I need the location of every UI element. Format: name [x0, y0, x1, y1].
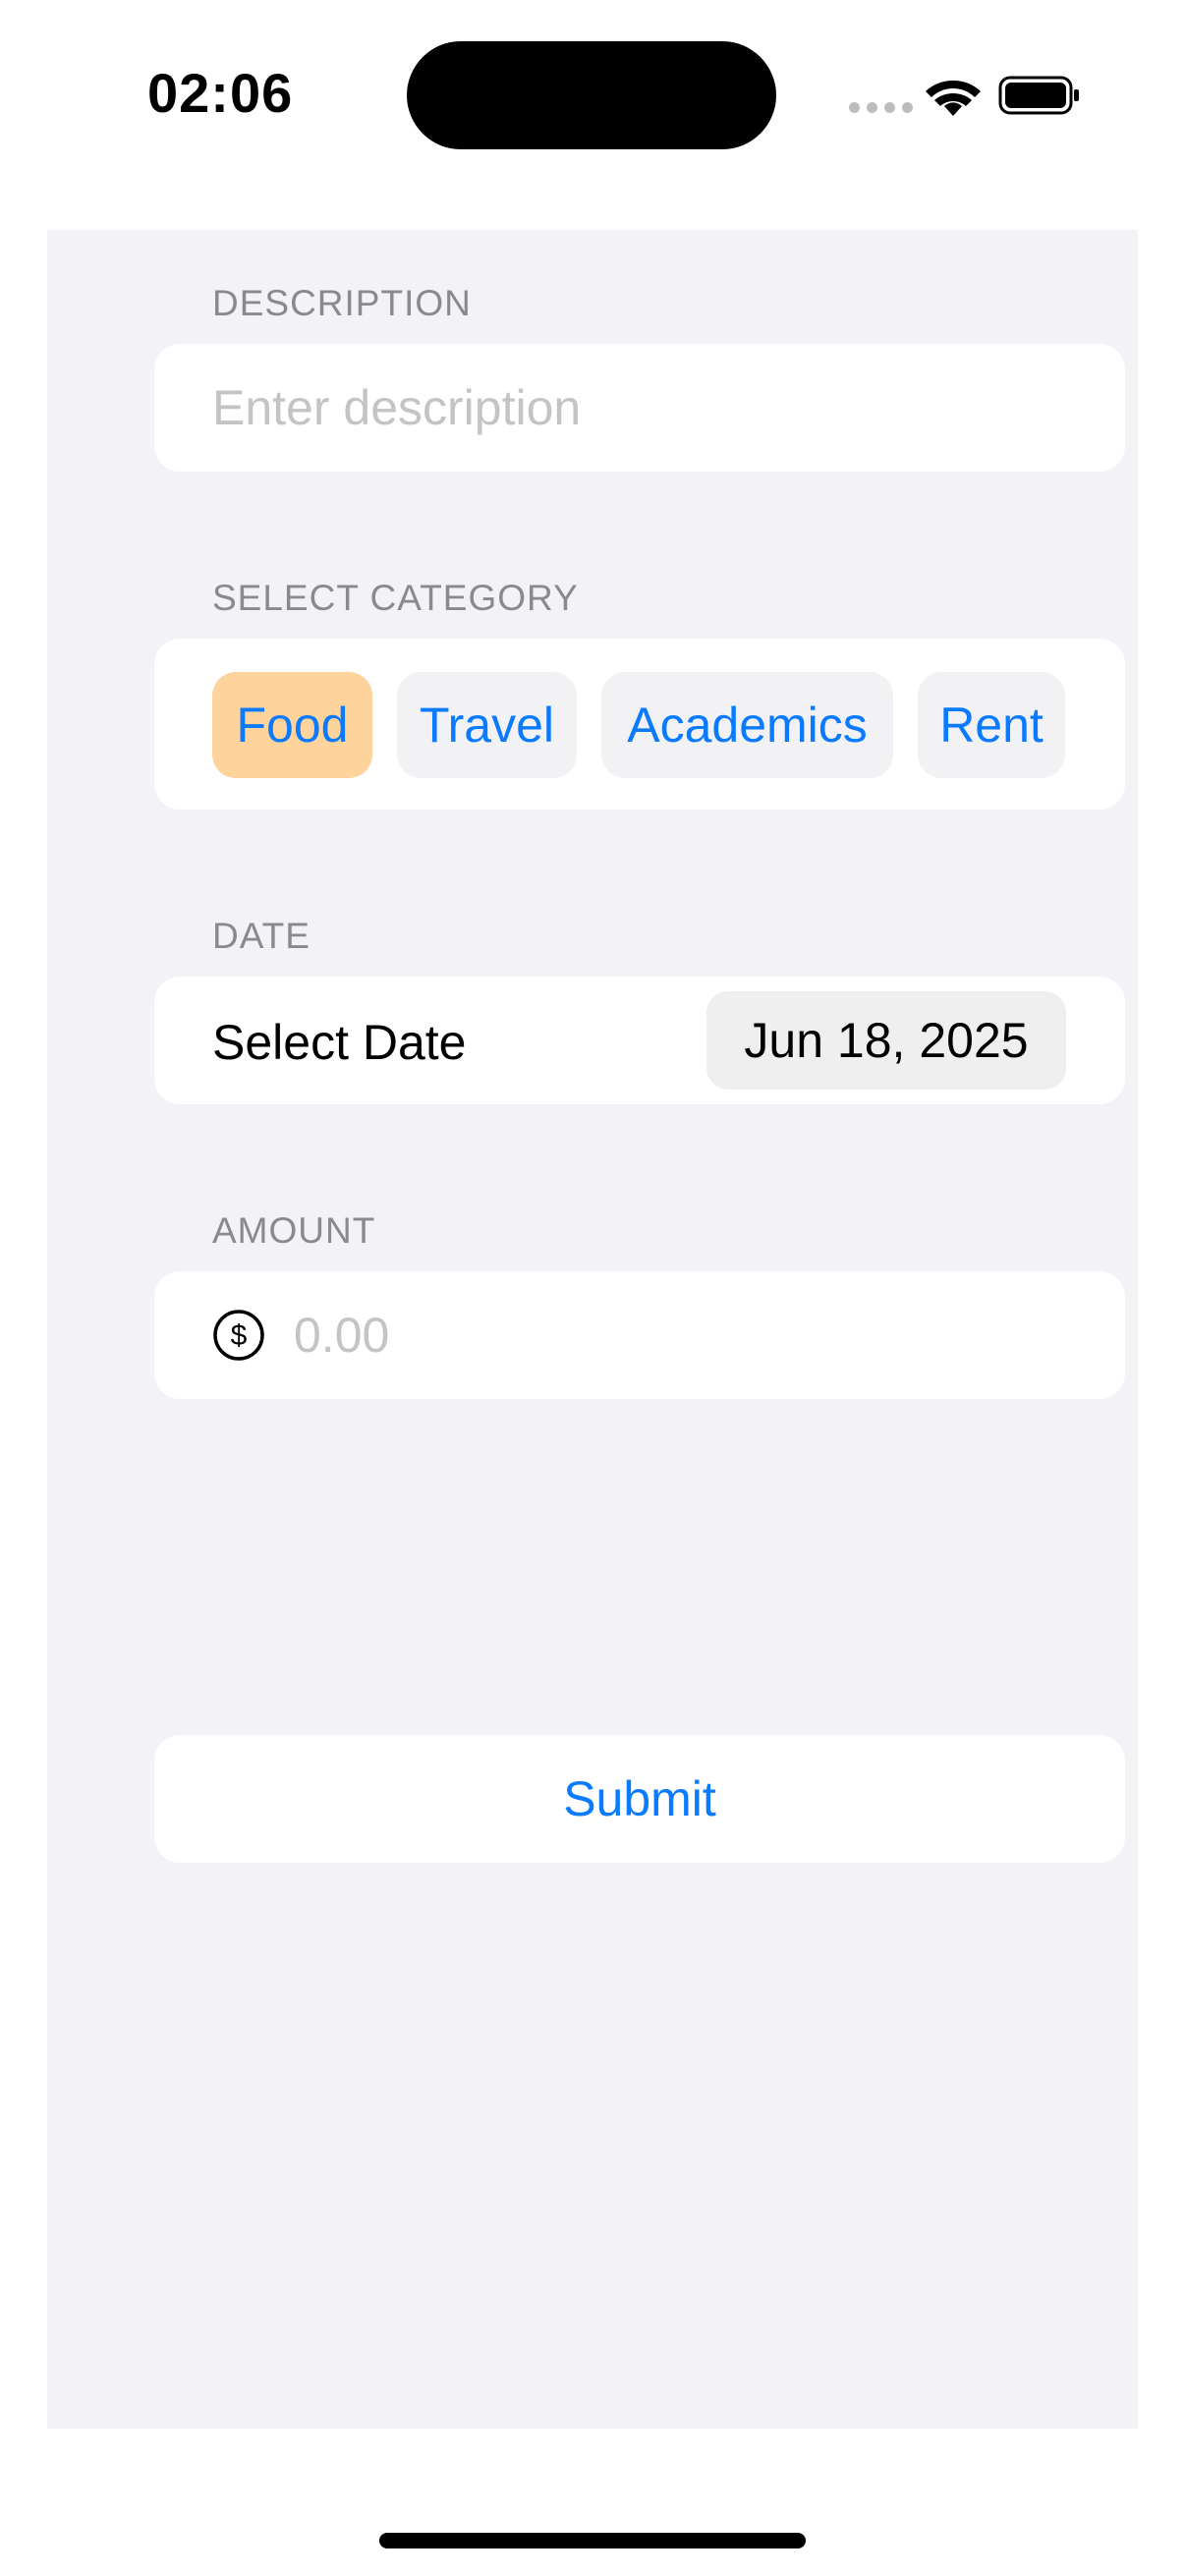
wifi-icon [926, 81, 981, 116]
category-chip-list: Food Travel Academics Rent [212, 672, 1065, 778]
app-screen: 02:06 DESCRIPTION SELECT CATEGORY Food T… [0, 0, 1185, 2576]
expense-form: DESCRIPTION SELECT CATEGORY Food Travel … [47, 230, 1138, 2429]
category-section-label: SELECT CATEGORY [212, 578, 579, 618]
date-section-label: DATE [212, 916, 310, 956]
submit-button[interactable]: Submit [154, 1735, 1125, 1863]
dollar-sign-icon: $ [213, 1310, 264, 1361]
description-input[interactable] [212, 344, 1097, 472]
category-card: Food Travel Academics Rent [154, 639, 1125, 810]
home-indicator[interactable] [379, 2533, 806, 2548]
description-section-label: DESCRIPTION [212, 283, 472, 323]
category-chip-academics[interactable]: Academics [601, 672, 893, 778]
cellular-signal-icon [849, 102, 913, 113]
category-chip-rent[interactable]: Rent [918, 672, 1065, 778]
category-chip-food[interactable]: Food [212, 672, 372, 778]
category-chip-travel[interactable]: Travel [397, 672, 577, 778]
date-card: Select Date Jun 18, 2025 [154, 977, 1125, 1104]
battery-icon [998, 76, 1079, 115]
status-time: 02:06 [147, 62, 294, 124]
svg-text:$: $ [231, 1319, 248, 1352]
amount-section-label: AMOUNT [212, 1210, 376, 1251]
select-date-label: Select Date [212, 1015, 467, 1070]
amount-card: $ [154, 1271, 1125, 1399]
dynamic-island [407, 41, 776, 149]
amount-input[interactable] [294, 1271, 1080, 1399]
description-card [154, 344, 1125, 472]
date-picker-button[interactable]: Jun 18, 2025 [706, 991, 1066, 1090]
